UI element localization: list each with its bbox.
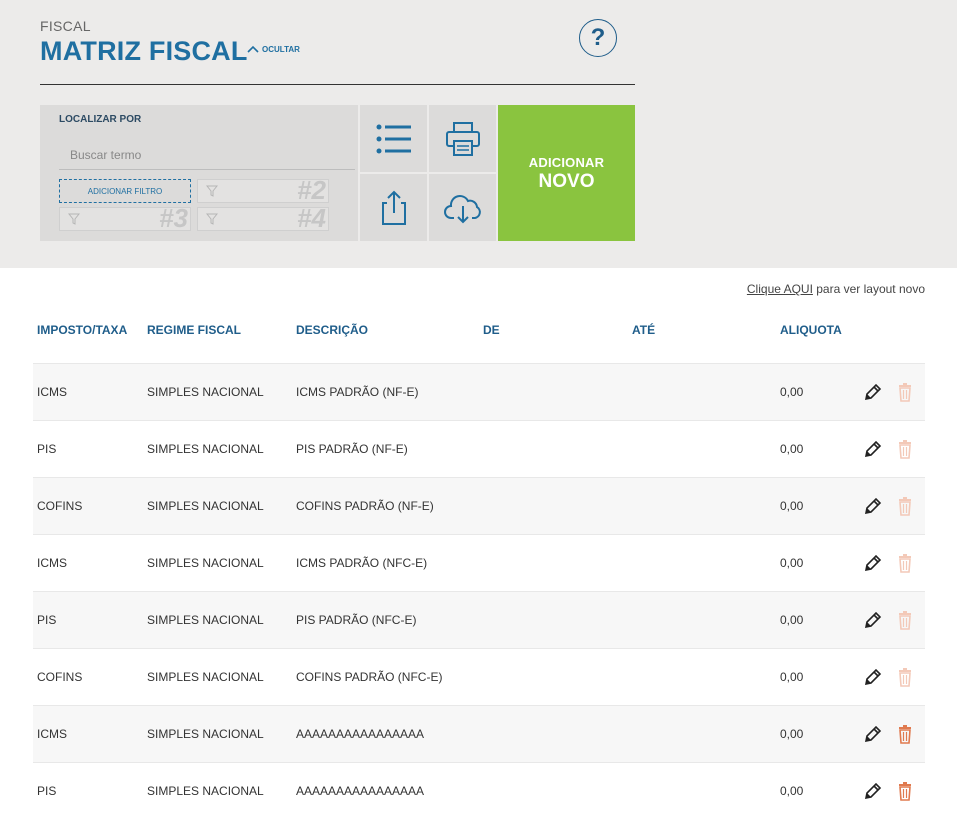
edit-pencil-icon[interactable] bbox=[863, 667, 883, 687]
cell-regime: SIMPLES NACIONAL bbox=[147, 784, 264, 798]
page-title: MATRIZ FISCAL bbox=[40, 36, 248, 66]
table-row: ICMS SIMPLES NACIONAL AAAAAAAAAAAAAAAA 0,00 bbox=[33, 705, 925, 762]
title-divider bbox=[40, 84, 635, 85]
column-header-regime[interactable]: REGIME FISCAL bbox=[147, 323, 241, 337]
cell-imposto: ICMS bbox=[37, 556, 67, 570]
cell-imposto: PIS bbox=[37, 442, 57, 456]
cell-imposto: COFINS bbox=[37, 499, 83, 513]
cell-aliquota: 0,00 bbox=[780, 385, 804, 399]
filter-icon bbox=[206, 213, 218, 225]
filter-icon bbox=[206, 185, 218, 197]
delete-trash-icon bbox=[895, 553, 915, 573]
table-row: COFINS SIMPLES NACIONAL COFINS PADRÃO (NF-… bbox=[33, 477, 925, 534]
search-label: LOCALIZAR POR bbox=[59, 114, 142, 125]
new-layout-text: para ver layout novo bbox=[812, 282, 925, 296]
delete-trash-icon bbox=[895, 496, 915, 516]
cell-regime: SIMPLES NACIONAL bbox=[147, 727, 264, 741]
hide-toggle[interactable]: OCULTAR bbox=[247, 44, 300, 54]
export-button[interactable] bbox=[360, 174, 427, 241]
cell-descricao: COFINS PADRÃO (NF-E) bbox=[296, 499, 434, 513]
cell-imposto: COFINS bbox=[37, 670, 83, 684]
filter-slot-2[interactable]: #2 bbox=[197, 179, 329, 203]
cell-descricao: PIS PADRÃO (NFC-E) bbox=[296, 613, 417, 627]
share-icon bbox=[381, 190, 406, 225]
cell-regime: SIMPLES NACIONAL bbox=[147, 670, 264, 684]
help-button[interactable]: ? bbox=[579, 19, 617, 57]
delete-trash-icon bbox=[895, 610, 915, 630]
cell-aliquota: 0,00 bbox=[780, 499, 804, 513]
new-layout-note: Clique AQUI para ver layout novo bbox=[747, 282, 925, 296]
cell-descricao: ICMS PADRÃO (NFC-E) bbox=[296, 556, 428, 570]
table-header: IMPOSTO/TAXA REGIME FISCAL DESCRIÇÃO DE … bbox=[33, 307, 925, 351]
cell-descricao: ICMS PADRÃO (NF-E) bbox=[296, 385, 419, 399]
filter-slot-number: #3 bbox=[159, 207, 188, 231]
cell-aliquota: 0,00 bbox=[780, 670, 804, 684]
table-row: ICMS SIMPLES NACIONAL ICMS PADRÃO (NFC-E) 0… bbox=[33, 534, 925, 591]
breadcrumb: FISCAL bbox=[40, 18, 91, 34]
table-row: PIS SIMPLES NACIONAL AAAAAAAAAAAAAAAA 0,00 bbox=[33, 762, 925, 819]
new-layout-link[interactable]: Clique AQUI bbox=[747, 282, 813, 296]
download-button[interactable] bbox=[429, 174, 496, 241]
cell-imposto: PIS bbox=[37, 784, 57, 798]
cell-descricao: COFINS PADRÃO (NFC-E) bbox=[296, 670, 443, 684]
cell-imposto: ICMS bbox=[37, 385, 67, 399]
search-input[interactable] bbox=[59, 141, 355, 170]
list-icon bbox=[376, 124, 411, 153]
cell-regime: SIMPLES NACIONAL bbox=[147, 499, 264, 513]
cell-aliquota: 0,00 bbox=[780, 442, 804, 456]
cell-regime: SIMPLES NACIONAL bbox=[147, 385, 264, 399]
filter-slot-4[interactable]: #4 bbox=[197, 207, 329, 231]
search-panel: LOCALIZAR POR ADICIONAR FILTRO #2 #3 #4 bbox=[40, 105, 358, 241]
cell-descricao: PIS PADRÃO (NF-E) bbox=[296, 442, 408, 456]
filter-slot-number: #2 bbox=[297, 179, 326, 203]
delete-trash-icon[interactable] bbox=[895, 724, 915, 744]
cell-aliquota: 0,00 bbox=[780, 784, 804, 798]
filter-slot-number: #4 bbox=[297, 207, 326, 231]
cell-descricao: AAAAAAAAAAAAAAAA bbox=[296, 727, 425, 741]
column-header-imposto[interactable]: IMPOSTO/TAXA bbox=[37, 323, 127, 337]
column-header-ate[interactable]: ATÉ bbox=[632, 323, 655, 337]
column-header-descricao[interactable]: DESCRIÇÃO bbox=[296, 323, 368, 337]
hide-toggle-label: OCULTAR bbox=[262, 44, 300, 54]
cloud-download-icon bbox=[443, 194, 481, 223]
cell-aliquota: 0,00 bbox=[780, 727, 804, 741]
delete-trash-icon[interactable] bbox=[895, 781, 915, 801]
help-icon: ? bbox=[590, 24, 606, 51]
chevron-up-icon bbox=[247, 45, 259, 53]
add-new-label-line2: NOVO bbox=[538, 171, 595, 192]
table-row: PIS SIMPLES NACIONAL PIS PADRÃO (NF-E) 0,00 bbox=[33, 420, 925, 477]
print-button[interactable] bbox=[429, 105, 496, 172]
column-header-aliquota[interactable]: ALIQUOTA bbox=[780, 323, 842, 337]
delete-trash-icon bbox=[895, 439, 915, 459]
cell-regime: SIMPLES NACIONAL bbox=[147, 613, 264, 627]
cell-regime: SIMPLES NACIONAL bbox=[147, 442, 264, 456]
add-new-label-line1: ADICIONAR bbox=[528, 155, 605, 170]
filter-slot-3[interactable]: #3 bbox=[59, 207, 191, 231]
add-filter-button[interactable]: ADICIONAR FILTRO bbox=[59, 179, 191, 203]
edit-pencil-icon[interactable] bbox=[863, 724, 883, 744]
edit-pencil-icon[interactable] bbox=[863, 610, 883, 630]
add-new-button[interactable]: ADICIONAR NOVO bbox=[498, 105, 635, 241]
delete-trash-icon bbox=[895, 667, 915, 687]
cell-aliquota: 0,00 bbox=[780, 613, 804, 627]
column-header-de[interactable]: DE bbox=[483, 323, 500, 337]
edit-pencil-icon[interactable] bbox=[863, 382, 883, 402]
cell-imposto: PIS bbox=[37, 613, 57, 627]
filter-icon bbox=[68, 213, 80, 225]
edit-pencil-icon[interactable] bbox=[863, 496, 883, 516]
cell-imposto: ICMS bbox=[37, 727, 67, 741]
printer-icon bbox=[445, 121, 480, 156]
edit-pencil-icon[interactable] bbox=[863, 553, 883, 573]
list-view-button[interactable] bbox=[360, 105, 427, 172]
cell-regime: SIMPLES NACIONAL bbox=[147, 556, 264, 570]
cell-aliquota: 0,00 bbox=[780, 556, 804, 570]
edit-pencil-icon[interactable] bbox=[863, 781, 883, 801]
edit-pencil-icon[interactable] bbox=[863, 439, 883, 459]
delete-trash-icon bbox=[895, 382, 915, 402]
table-row: COFINS SIMPLES NACIONAL COFINS PADRÃO (NFC… bbox=[33, 648, 925, 705]
table-row: PIS SIMPLES NACIONAL PIS PADRÃO (NFC-E) 0,0… bbox=[33, 591, 925, 648]
cell-descricao: AAAAAAAAAAAAAAAA bbox=[296, 784, 425, 798]
table-row: ICMS SIMPLES NACIONAL ICMS PADRÃO (NF-E) 0,… bbox=[33, 363, 925, 420]
